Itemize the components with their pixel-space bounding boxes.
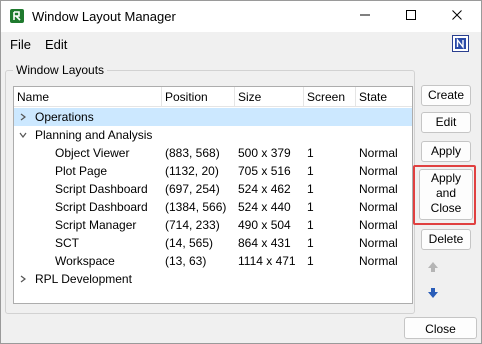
create-button[interactable]: Create xyxy=(421,85,471,106)
row-screen: 1 xyxy=(307,218,314,232)
row-screen: 1 xyxy=(307,146,314,160)
row-state: Normal xyxy=(359,254,398,268)
row-state: Normal xyxy=(359,200,398,214)
table-row[interactable]: Workspace (13, 63) 1114 x 471 1 Normal xyxy=(14,252,412,270)
edit-button[interactable]: Edit xyxy=(421,112,471,133)
row-position: (697, 254) xyxy=(165,182,220,196)
row-size: 500 x 379 xyxy=(238,146,291,160)
row-position: (13, 63) xyxy=(165,254,207,268)
nav-badge-icon[interactable] xyxy=(452,35,469,52)
layouts-tree-list[interactable]: Name Position Size Screen State Operatio… xyxy=(13,86,413,304)
row-name: Plot Page xyxy=(55,164,108,178)
column-header-name[interactable]: Name xyxy=(14,87,162,107)
app-icon xyxy=(10,9,24,23)
apply-and-close-button[interactable]: Apply and Close xyxy=(419,169,473,220)
row-position: (714, 233) xyxy=(165,218,220,232)
row-name: Script Dashboard xyxy=(55,200,148,214)
row-screen: 1 xyxy=(307,254,314,268)
menu-bar: File Edit xyxy=(1,32,481,56)
apply-and-close-label-line3: Close xyxy=(430,201,462,215)
row-position: (883, 568) xyxy=(165,146,220,160)
row-state: Normal xyxy=(359,164,398,178)
chevron-down-icon[interactable] xyxy=(18,126,28,144)
row-size: 705 x 516 xyxy=(238,164,291,178)
row-name: SCT xyxy=(55,236,79,250)
row-size: 490 x 504 xyxy=(238,218,291,232)
row-screen: 1 xyxy=(307,164,314,178)
tree-row-planning-and-analysis[interactable]: Planning and Analysis xyxy=(14,126,412,144)
close-button[interactable]: Close xyxy=(404,317,477,339)
window: Window Layout Manager File Edit Window L… xyxy=(0,0,482,344)
minimize-button[interactable] xyxy=(342,1,388,32)
menu-file[interactable]: File xyxy=(10,37,31,52)
row-state: Normal xyxy=(359,146,398,160)
table-row[interactable]: Script Dashboard (1384, 566) 524 x 440 1… xyxy=(14,198,412,216)
title-bar[interactable]: Window Layout Manager xyxy=(1,1,481,32)
table-row[interactable]: Plot Page (1132, 20) 705 x 516 1 Normal xyxy=(14,162,412,180)
table-row[interactable]: Object Viewer (883, 568) 500 x 379 1 Nor… xyxy=(14,144,412,162)
row-screen: 1 xyxy=(307,182,314,196)
row-size: 864 x 431 xyxy=(238,236,291,250)
row-position: (14, 565) xyxy=(165,236,214,250)
row-state: Normal xyxy=(359,182,398,196)
maximize-button[interactable] xyxy=(388,1,434,32)
list-header: Name Position Size Screen State xyxy=(14,87,412,107)
column-header-screen[interactable]: Screen xyxy=(304,87,356,107)
arrow-down-icon[interactable] xyxy=(424,284,441,301)
table-row[interactable]: Script Manager (714, 233) 490 x 504 1 No… xyxy=(14,216,412,234)
row-size: 524 x 440 xyxy=(238,200,291,214)
chevron-right-icon[interactable] xyxy=(18,108,28,126)
column-header-state[interactable]: State xyxy=(356,87,414,107)
row-position: (1132, 20) xyxy=(165,164,219,178)
close-window-button[interactable] xyxy=(434,1,480,32)
table-row[interactable]: SCT (14, 565) 864 x 431 1 Normal xyxy=(14,234,412,252)
row-size: 1114 x 471 xyxy=(238,254,296,268)
row-name: RPL Development xyxy=(35,272,132,286)
minimize-icon xyxy=(359,9,371,24)
menu-edit[interactable]: Edit xyxy=(45,37,67,52)
row-screen: 1 xyxy=(307,200,314,214)
row-name: Object Viewer xyxy=(55,146,130,160)
delete-button[interactable]: Delete xyxy=(421,229,471,250)
chevron-right-icon[interactable] xyxy=(18,270,28,288)
apply-and-close-label-line1: Apply xyxy=(430,171,462,185)
row-name: Script Dashboard xyxy=(55,182,148,196)
row-name: Script Manager xyxy=(55,218,137,232)
column-header-size[interactable]: Size xyxy=(235,87,304,107)
row-position: (1384, 566) xyxy=(165,200,227,214)
arrow-up-icon[interactable] xyxy=(424,258,441,275)
row-name: Planning and Analysis xyxy=(35,128,153,142)
maximize-icon xyxy=(405,9,417,24)
apply-and-close-label-line2: and xyxy=(435,186,457,200)
close-icon xyxy=(451,9,463,24)
row-state: Normal xyxy=(359,218,398,232)
row-screen: 1 xyxy=(307,236,314,250)
row-name: Operations xyxy=(35,110,94,124)
column-header-position[interactable]: Position xyxy=(162,87,235,107)
row-size: 524 x 462 xyxy=(238,182,291,196)
row-state: Normal xyxy=(359,236,398,250)
apply-button[interactable]: Apply xyxy=(421,141,471,162)
tree-row-rpl-development[interactable]: RPL Development xyxy=(14,270,412,288)
row-name: Workspace xyxy=(55,254,115,268)
table-row[interactable]: Script Dashboard (697, 254) 524 x 462 1 … xyxy=(14,180,412,198)
tree-row-operations[interactable]: Operations xyxy=(14,108,412,126)
window-title: Window Layout Manager xyxy=(32,9,176,24)
group-label: Window Layouts xyxy=(13,63,108,77)
